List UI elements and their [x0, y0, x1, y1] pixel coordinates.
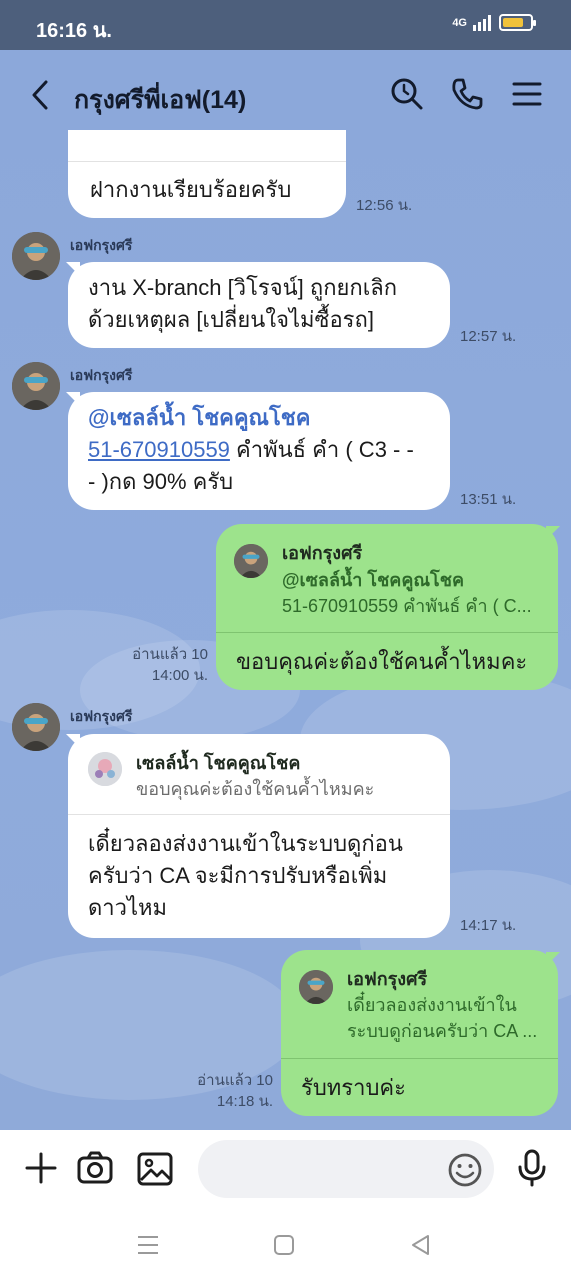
image-icon[interactable]: [137, 1148, 173, 1188]
message-text: รับทราบค่ะ: [301, 1075, 406, 1100]
status-indicators: 4G: [452, 14, 536, 31]
chat-title: กรุงศรีพี่เอฟ(14): [74, 86, 247, 114]
sender-name: เอฟกรุงศรี: [70, 708, 133, 724]
message-bubble[interactable]: งาน X-branch [วิโรจน์] ถูกยกเลิก ด้วยเหต…: [68, 262, 450, 348]
plus-icon[interactable]: [23, 1148, 59, 1188]
recent-apps-icon[interactable]: [136, 1234, 160, 1256]
message-bubble[interactable]: ฝากงานเรียบร้อยครับ: [68, 130, 346, 218]
message-bubble[interactable]: เอฟกรุงศรี เดี๋ยวลองส่งงานเข้าใน ระบบดูก…: [281, 950, 558, 1116]
back-arrow-icon[interactable]: [26, 78, 56, 112]
status-bar: 16:16 น. 4G: [0, 0, 571, 50]
message-time: 12:57 น.: [460, 328, 517, 345]
message-text: เดี๋ยวลองส่งงานเข้าในระบบดูก่อน ครับว่า …: [88, 831, 403, 920]
quote-avatar: [299, 970, 333, 1004]
home-icon[interactable]: [273, 1234, 295, 1256]
network-label: 4G: [452, 16, 467, 29]
microphone-icon[interactable]: [514, 1148, 550, 1188]
quote-avatar: [234, 544, 268, 578]
signal-icon: [473, 14, 491, 31]
search-icon[interactable]: [389, 76, 425, 112]
quote-sender: เอฟกรุงศรี: [347, 969, 428, 989]
avatar[interactable]: [12, 703, 60, 751]
message-text: ฝากงานเรียบร้อยครับ: [90, 177, 292, 202]
message-bubble[interactable]: @เซลล์น้ำ โชคคูณโชค 51-670910559 คำพันธ์…: [68, 392, 450, 510]
sender-name: เอฟกรุงศรี: [70, 237, 133, 253]
camera-icon[interactable]: [77, 1148, 113, 1188]
read-receipt: อ่านแล้ว 10 14:00 น.: [132, 646, 208, 684]
quote-text: ขอบคุณค่ะต้องใช้คนค้ำไหมคะ: [136, 779, 375, 799]
quote-sender: เซลล์น้ำ โชคคูณโชค: [136, 753, 301, 773]
quote-text: @เซลล์น้ำ โชคคูณโชค: [282, 570, 464, 590]
quote-sender: เอฟกรุงศรี: [282, 543, 363, 563]
emoji-icon[interactable]: [447, 1152, 483, 1188]
message-text: @เซลล์น้ำ โชคคูณโชค 51-670910559 คำพันธ์…: [88, 405, 414, 494]
read-receipt: อ่านแล้ว 10 14:18 น.: [197, 1072, 273, 1110]
message-time: 12:56 น.: [356, 197, 413, 214]
sender-name: เอฟกรุงศรี: [70, 367, 133, 383]
avatar[interactable]: [12, 362, 60, 410]
menu-icon[interactable]: [509, 76, 545, 112]
battery-icon: [499, 14, 536, 31]
quote-text: 51-670910559 คำพันธ์ คำ ( C...: [282, 596, 532, 616]
message-time: 14:17 น.: [460, 917, 517, 934]
quote-avatar: [88, 752, 122, 786]
message-time: 13:51 น.: [460, 491, 517, 508]
quote-text: เดี๋ยวลองส่งงานเข้าใน: [347, 995, 517, 1015]
nav-back-icon[interactable]: [409, 1233, 431, 1257]
message-text: งาน X-branch [วิโรจน์] ถูกยกเลิก ด้วยเหต…: [88, 275, 398, 332]
status-time: 16:16 น.: [36, 20, 112, 42]
case-link[interactable]: 51-670910559: [88, 437, 230, 462]
avatar[interactable]: [12, 232, 60, 280]
quote-text: ระบบดูก่อนครับว่า CA ...: [347, 1021, 538, 1041]
message-text: ขอบคุณค่ะต้องใช้คนค้ำไหมคะ: [236, 649, 528, 674]
message-bubble[interactable]: เซลล์น้ำ โชคคูณโชค ขอบคุณค่ะต้องใช้คนค้ำ…: [68, 734, 450, 938]
phone-icon[interactable]: [449, 76, 485, 112]
message-bubble[interactable]: เอฟกรุงศรี @เซลล์น้ำ โชคคูณโชค 51-670910…: [216, 524, 558, 690]
mention[interactable]: @เซลล์น้ำ โชคคูณโชค: [88, 405, 310, 430]
